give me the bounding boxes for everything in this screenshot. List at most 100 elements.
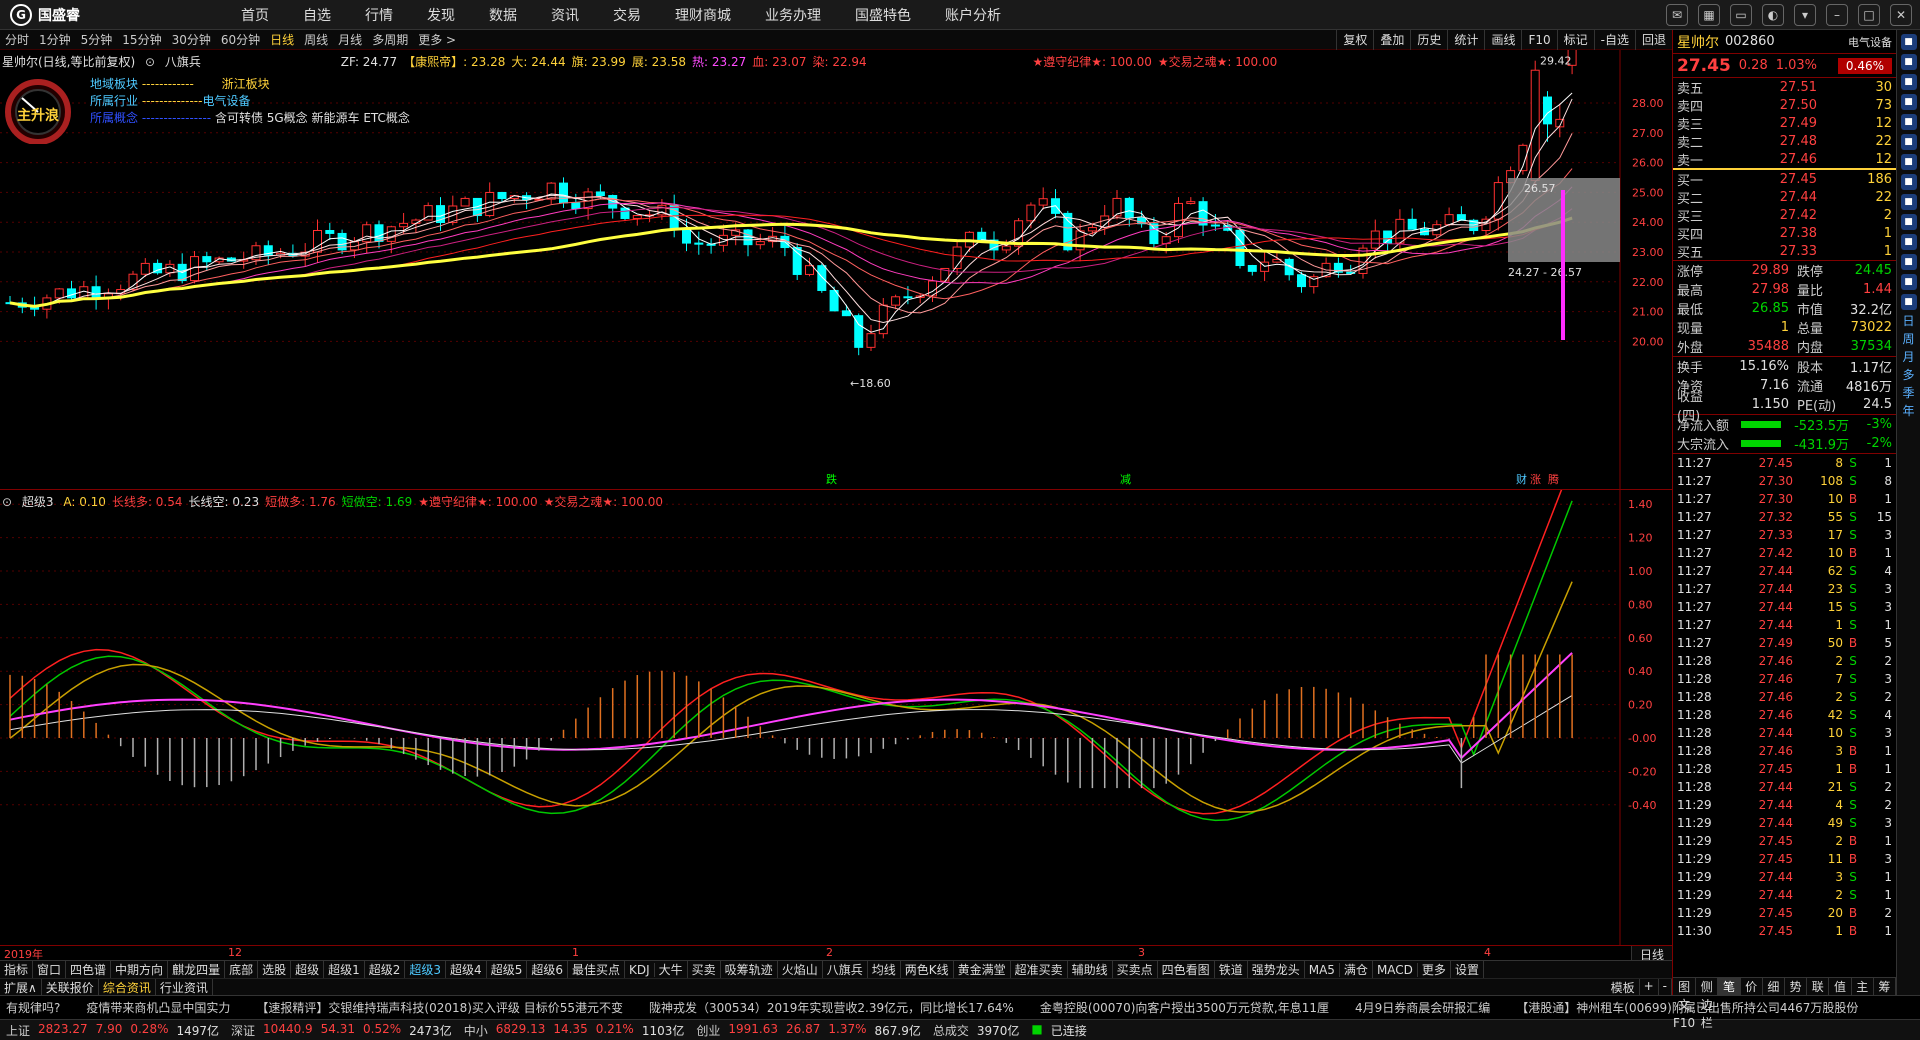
- indicator-tab-18[interactable]: 吸筹轨迹: [721, 961, 778, 978]
- indicator-tab-31[interactable]: 满仓: [1340, 961, 1373, 978]
- menu-item-0[interactable]: 首页: [224, 5, 286, 25]
- indicator-tab-13[interactable]: 超级6: [527, 961, 568, 978]
- app-logo[interactable]: G 国盛睿: [0, 3, 94, 26]
- indicator-tab-16[interactable]: 大牛: [655, 961, 688, 978]
- news-item-5[interactable]: 4月9日券商晨会研报汇编: [1349, 999, 1510, 1016]
- period-tab-0[interactable]: 分时: [0, 31, 34, 48]
- indicator-tab-24[interactable]: 超准买卖: [1011, 961, 1068, 978]
- sector-l1-val[interactable]: 浙江板块: [222, 77, 270, 91]
- stock-name[interactable]: 星帅尔: [1677, 32, 1719, 52]
- settings-icon[interactable]: ■: [1900, 214, 1917, 230]
- sector-l3-val[interactable]: 含可转债 5G概念 新能源车 ETC概念: [215, 111, 410, 125]
- ext-tab-1[interactable]: 关联报价: [42, 978, 99, 996]
- tab-f10[interactable]: 图文F10: [1673, 978, 1697, 1030]
- table-icon[interactable]: ■: [1900, 94, 1917, 110]
- indicator-tab-22[interactable]: 两色K线: [901, 961, 954, 978]
- bell-icon[interactable]: ■: [1900, 154, 1917, 170]
- menu-item-2[interactable]: 行情: [348, 5, 410, 25]
- close-icon[interactable]: ✕: [1890, 4, 1912, 26]
- quote-tab-2[interactable]: 细: [1763, 978, 1785, 995]
- indicator-tab-17[interactable]: 买卖: [688, 961, 721, 978]
- period-tab-10[interactable]: 更多 >: [413, 31, 461, 48]
- menu-item-9[interactable]: 国盛特色: [838, 5, 928, 25]
- indicator-tab-30[interactable]: MA5: [1305, 962, 1340, 977]
- indicator-tab-32[interactable]: MACD: [1373, 962, 1418, 977]
- news-item-4[interactable]: 金粤控股(00070)向客户授出3500万元贷款,年息11厘: [1034, 999, 1349, 1016]
- quote-tab-4[interactable]: 联: [1807, 978, 1830, 995]
- indicator-tab-0[interactable]: 指标: [0, 961, 34, 978]
- news-item-0[interactable]: 有规律吗?: [0, 999, 80, 1016]
- tool-4[interactable]: 画线: [1484, 30, 1521, 50]
- sector-l2-val[interactable]: 电气设备: [202, 94, 250, 108]
- indicator-tab-11[interactable]: 超级4: [446, 961, 487, 978]
- tool-8[interactable]: 回退: [1634, 30, 1672, 50]
- menu-item-3[interactable]: 发现: [410, 5, 472, 25]
- tool-2[interactable]: 历史: [1410, 30, 1447, 50]
- indicator-tab-7[interactable]: 超级: [291, 961, 325, 978]
- news-item-1[interactable]: 疫情带来商机凸显中国实力: [80, 999, 250, 1016]
- indicator-tab-2[interactable]: 四色谱: [66, 961, 112, 978]
- dropdown-icon[interactable]: ▾: [1794, 4, 1816, 26]
- sidebar-period-3[interactable]: 多: [1902, 368, 1914, 382]
- menu-item-4[interactable]: 数据: [472, 5, 534, 25]
- news-icon[interactable]: ■: [1900, 114, 1917, 130]
- tool-1[interactable]: 叠加: [1373, 30, 1410, 50]
- indicator-tab-29[interactable]: 强势龙头: [1248, 961, 1305, 978]
- indicator-tab-28[interactable]: 铁道: [1215, 961, 1248, 978]
- quote-tab-0[interactable]: 笔: [1718, 978, 1741, 995]
- ask-row-0[interactable]: 卖五 27.51 30: [1673, 78, 1896, 97]
- indicator-tab-26[interactable]: 买卖点: [1113, 961, 1158, 978]
- chart-icon[interactable]: ■: [1900, 54, 1917, 70]
- sidebar-period-0[interactable]: 日: [1902, 314, 1914, 328]
- user-icon[interactable]: ■: [1900, 194, 1917, 210]
- ext-tab-3[interactable]: 行业资讯: [156, 978, 213, 996]
- period-tab-8[interactable]: 月线: [333, 31, 367, 48]
- monitor-icon[interactable]: ▭: [1730, 4, 1752, 26]
- bid-row-0[interactable]: 买一 27.45 186: [1673, 170, 1896, 189]
- minimize-icon[interactable]: –: [1826, 4, 1848, 26]
- indicator-tab-34[interactable]: 设置: [1451, 961, 1484, 978]
- indicator-tab-8[interactable]: 超级1: [324, 961, 365, 978]
- indicator-tab-9[interactable]: 超级2: [365, 961, 406, 978]
- indicator-chart[interactable]: ⊙ 超级3 A: 0.10 长线多: 0.54 长线空: 0.23 短做多: 1.76…: [0, 490, 1672, 945]
- quote-tab-3[interactable]: 势: [1785, 978, 1808, 995]
- indicator-tab-12[interactable]: 超级5: [487, 961, 528, 978]
- star-icon[interactable]: ■: [1900, 174, 1917, 190]
- menu-item-7[interactable]: 理财商城: [658, 5, 748, 25]
- sidebar-period-1[interactable]: 周: [1902, 332, 1914, 346]
- period-tab-2[interactable]: 5分钟: [76, 31, 118, 48]
- indicator-tab-6[interactable]: 选股: [258, 961, 292, 978]
- period-tab-1[interactable]: 1分钟: [34, 31, 76, 48]
- period-tab-3[interactable]: 15分钟: [117, 31, 166, 48]
- index-2[interactable]: 中小 6829.13 14.35 0.21% 1103亿: [464, 1022, 685, 1039]
- ext-right-0[interactable]: 模板: [1607, 978, 1640, 996]
- indicator-tab-33[interactable]: 更多: [1418, 961, 1451, 978]
- sidebar-period-5[interactable]: 年: [1902, 404, 1914, 418]
- indicator-tab-10[interactable]: 超级3: [405, 961, 447, 978]
- bid-row-1[interactable]: 买二 27.44 22: [1673, 188, 1896, 207]
- quote-tab-6[interactable]: 主: [1852, 978, 1874, 995]
- message-icon[interactable]: ✉: [1666, 4, 1688, 26]
- period-tab-5[interactable]: 60分钟: [216, 31, 265, 48]
- tool-6[interactable]: 标记: [1556, 30, 1594, 50]
- quote-tab-7[interactable]: 筹: [1874, 978, 1896, 995]
- quote-tab-1[interactable]: 价: [1741, 978, 1763, 995]
- quote-tab-5[interactable]: 值: [1829, 978, 1852, 995]
- skin-icon[interactable]: ◐: [1762, 4, 1784, 26]
- sidebar-period-4[interactable]: 季: [1902, 386, 1914, 400]
- share-icon[interactable]: ■: [1900, 294, 1917, 310]
- ext-right-1[interactable]: +: [1640, 978, 1659, 996]
- ext-right-2[interactable]: -: [1659, 978, 1672, 996]
- indicator-tab-21[interactable]: 均线: [868, 961, 901, 978]
- news-item-3[interactable]: 陇神戎发（300534）2019年实现营收2.39亿元，同比增长17.64%: [643, 999, 1034, 1016]
- ask-row-1[interactable]: 卖四 27.50 73: [1673, 96, 1896, 115]
- indicator-tab-25[interactable]: 辅助线: [1068, 961, 1113, 978]
- indicator-tab-4[interactable]: 麒龙四量: [168, 961, 226, 978]
- menu-item-8[interactable]: 业务办理: [748, 5, 838, 25]
- period-tab-7[interactable]: 周线: [299, 31, 333, 48]
- gear-icon[interactable]: ■: [1900, 254, 1917, 270]
- maximize-icon[interactable]: □: [1858, 4, 1880, 26]
- news-item-2[interactable]: 【速报精评】交银维持瑞声科技(02018)买入评级 目标价55港元不变: [250, 999, 643, 1016]
- indicator-tab-23[interactable]: 黄金满堂: [954, 961, 1011, 978]
- period-tab-4[interactable]: 30分钟: [167, 31, 216, 48]
